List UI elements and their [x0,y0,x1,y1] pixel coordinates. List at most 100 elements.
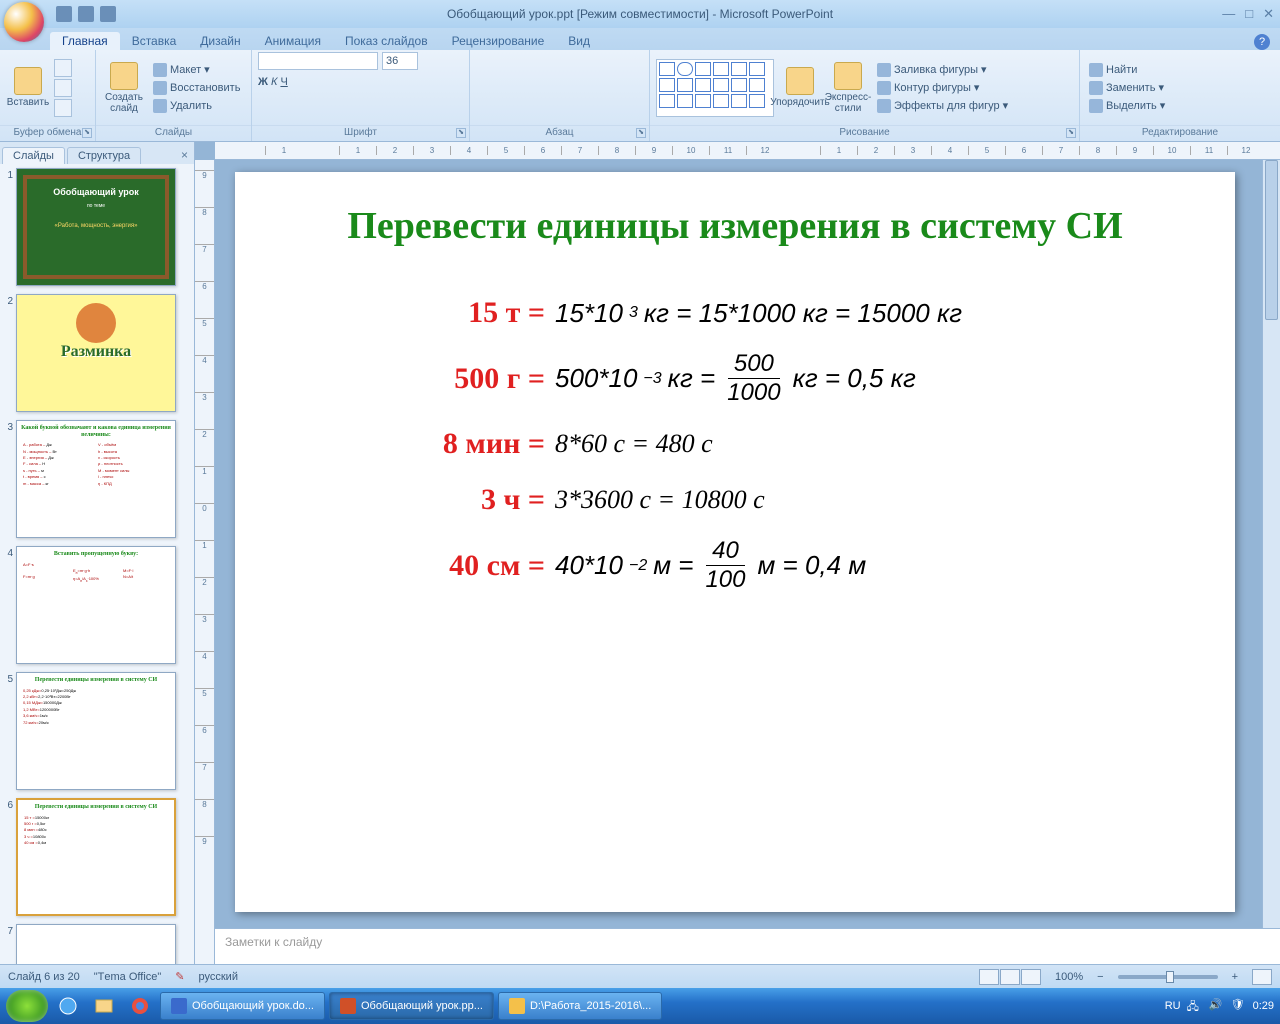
select-button[interactable]: Выделить ▾ [1086,98,1168,114]
thumbnail-3[interactable]: Какой буквой обозначают и какова единица… [16,420,176,538]
start-button[interactable] [6,990,48,1022]
shape-fill-button[interactable]: Заливка фигуры ▾ [874,62,1011,78]
panel-tab-outline[interactable]: Структура [67,147,141,164]
taskbar-task-word[interactable]: Обобщающий урок.do... [160,992,325,1020]
bold-icon[interactable]: Ж [258,74,268,90]
copy-icon[interactable] [54,79,72,97]
undo-icon[interactable] [78,6,94,22]
sorter-view-icon[interactable] [1000,969,1020,985]
maximize-button[interactable]: □ [1245,6,1253,22]
view-buttons [979,969,1041,985]
clipboard-dialog-icon[interactable]: ⬊ [82,128,92,138]
tab-design[interactable]: Дизайн [188,32,252,50]
window-title: Обобщающий урок.ppt [Режим совместимости… [447,7,833,21]
group-paragraph-label: Абзац [545,127,573,138]
italic-icon[interactable]: К [271,74,277,90]
vertical-scrollbar[interactable] [1262,160,1280,928]
current-slide[interactable]: Перевести единицы измерения в систему СИ… [235,172,1235,912]
thumbnail-1[interactable]: Обобщающий урок по теме «Работа, мощност… [16,168,176,286]
quick-access-toolbar [56,6,116,22]
thumbnail-4[interactable]: Вставить пропущенную букву: A=F·sF=m·gEп… [16,546,176,664]
delete-icon [153,99,167,113]
slideshow-view-icon[interactable] [1021,969,1041,985]
thumbnail-2[interactable]: Разминка [16,294,176,412]
quick-styles-button[interactable]: Экспресс-стили [826,55,870,121]
tab-insert[interactable]: Вставка [120,32,189,50]
slide-panel: Слайды Структура × 1 Обобщающий урок по … [0,142,195,964]
thumbnail-6[interactable]: Перевести единицы измерения в систему СИ… [16,798,176,916]
ribbon: Вставить Буфер обмена⬊ Создать слайд Мак… [0,50,1280,142]
thumbnail-7[interactable]: ЗАДАЧИ [16,924,176,964]
tab-slideshow[interactable]: Показ слайдов [333,32,440,50]
equation-2: 500 г = 500*10−3 кг = 5001000 кг = 0,5 к… [395,352,1195,405]
save-icon[interactable] [56,6,72,22]
redo-icon[interactable] [100,6,116,22]
fit-window-icon[interactable] [1252,969,1272,985]
format-painter-icon[interactable] [54,99,72,117]
zoom-in-icon[interactable]: + [1232,971,1238,983]
panel-close-icon[interactable]: × [181,148,188,164]
new-slide-button[interactable]: Создать слайд [102,55,146,121]
tab-animation[interactable]: Анимация [253,32,333,50]
replace-button[interactable]: Заменить ▾ [1086,80,1168,96]
slide-canvas[interactable]: Перевести единицы измерения в систему СИ… [195,160,1280,928]
find-icon [1089,63,1103,77]
tab-review[interactable]: Рецензирование [440,32,557,50]
layout-button[interactable]: Макет ▾ [150,62,243,78]
drawing-dialog-icon[interactable]: ⬊ [1066,128,1076,138]
paste-button[interactable]: Вставить [6,55,50,121]
slide-editor: 1123456789101112123456789101112 98765432… [195,142,1280,964]
thumbnail-5[interactable]: Перевести единицы измерения в систему СИ… [16,672,176,790]
taskbar-task-powerpoint[interactable]: Обобщающий урок.pp... [329,992,494,1020]
shape-effects-button[interactable]: Эффекты для фигур ▾ [874,98,1011,114]
underline-icon[interactable]: Ч [280,74,287,90]
notes-pane[interactable]: Заметки к слайду [215,928,1280,964]
zoom-value[interactable]: 100% [1055,971,1083,983]
outline-icon [877,81,891,95]
taskbar-explorer-icon[interactable] [88,992,120,1020]
tray-shield-icon[interactable]: 🛡 [1231,998,1247,1014]
paste-icon [14,67,42,95]
quick-styles-icon [834,62,862,90]
zoom-slider[interactable] [1118,975,1218,979]
tab-home[interactable]: Главная [50,32,120,50]
font-dialog-icon[interactable]: ⬊ [456,128,466,138]
arrange-button[interactable]: Упорядочить [778,55,822,121]
minimize-button[interactable]: — [1222,6,1235,22]
tray-lang[interactable]: RU [1165,1000,1181,1012]
close-button[interactable]: ✕ [1263,6,1274,22]
panel-tab-slides[interactable]: Слайды [2,147,65,164]
replace-icon [1089,81,1103,95]
tab-view[interactable]: Вид [556,32,602,50]
delete-button[interactable]: Удалить [150,98,243,114]
thumbnail-list[interactable]: 1 Обобщающий урок по теме «Работа, мощно… [0,164,194,964]
status-slide: Слайд 6 из 20 [8,971,80,983]
group-slides-label: Слайды [96,125,251,141]
status-language[interactable]: русский [199,971,238,983]
normal-view-icon[interactable] [979,969,999,985]
office-button[interactable] [4,2,44,42]
tray-volume-icon[interactable]: 🔊 [1209,998,1225,1014]
reset-icon [153,81,167,95]
effects-icon [877,99,891,113]
tray-clock[interactable]: 0:29 [1253,1000,1274,1012]
tray-network-icon[interactable]: 🖧 [1187,998,1203,1014]
para-dialog-icon[interactable]: ⬊ [636,128,646,138]
find-button[interactable]: Найти [1086,62,1168,78]
arrange-icon [786,67,814,95]
taskbar-chrome-icon[interactable] [124,992,156,1020]
font-family-combo[interactable] [258,52,378,70]
taskbar: Обобщающий урок.do... Обобщающий урок.pp… [0,988,1280,1024]
font-size-combo[interactable]: 36 [382,52,418,70]
shapes-gallery[interactable] [656,59,774,117]
group-font-label: Шрифт [344,127,377,138]
help-icon[interactable]: ? [1254,34,1270,50]
taskbar-task-explorer[interactable]: D:\Работа_2015-2016\... [498,992,662,1020]
cut-icon[interactable] [54,59,72,77]
zoom-out-icon[interactable]: − [1097,971,1103,983]
taskbar-ie-icon[interactable] [52,992,84,1020]
group-drawing-label: Рисование [839,127,889,138]
group-clipboard-label: Буфер обмена [14,127,82,138]
shape-outline-button[interactable]: Контур фигуры ▾ [874,80,1011,96]
reset-button[interactable]: Восстановить [150,80,243,96]
